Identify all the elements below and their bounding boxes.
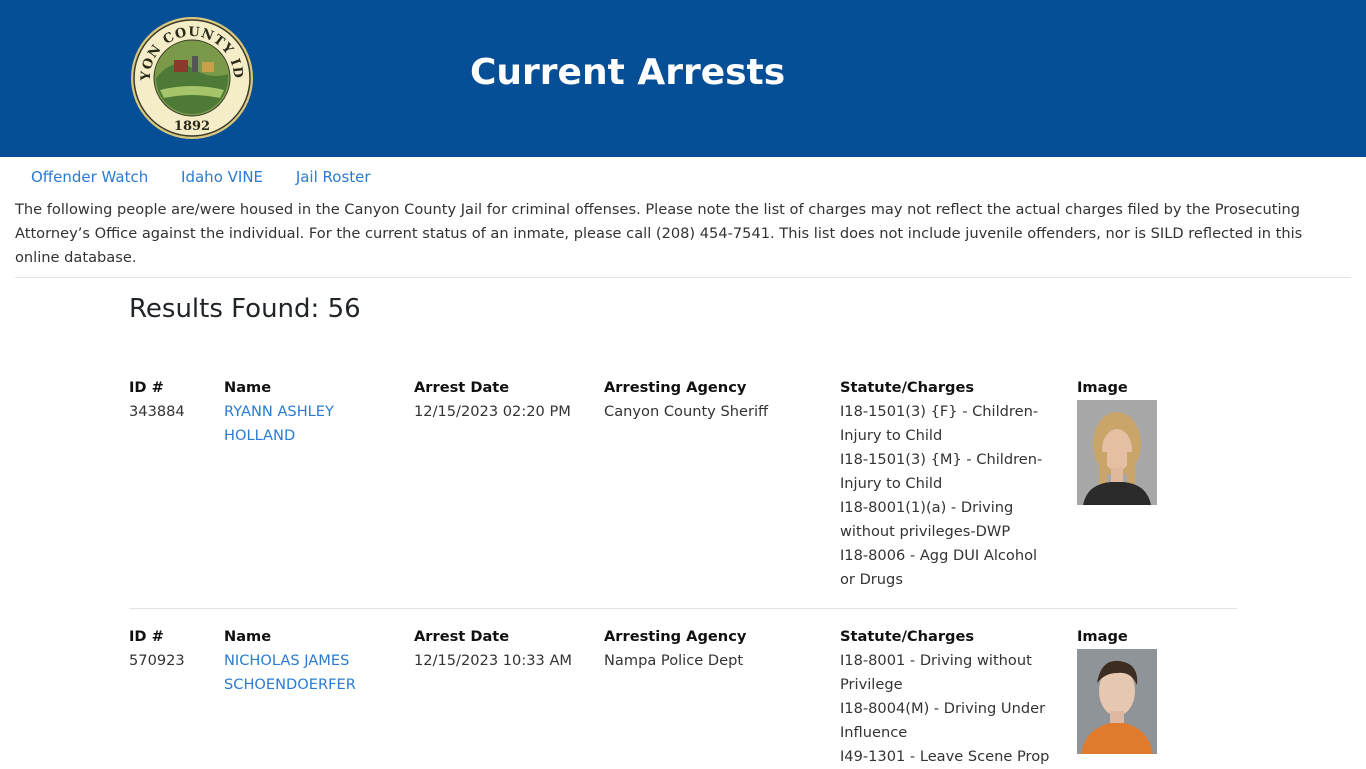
id-label: ID # xyxy=(129,628,164,645)
charge-line: Injury to Child xyxy=(840,427,943,444)
charge-line: I18-8001(1)(a) - Driving xyxy=(840,499,1014,516)
charge-line: or Drugs xyxy=(840,571,903,588)
inmate-id: 570923 xyxy=(129,652,185,669)
nav-jail-roster[interactable]: Jail Roster xyxy=(296,168,371,186)
name-label: Name xyxy=(224,379,272,396)
charges-label: Statute/Charges xyxy=(840,379,975,396)
charge-line: I18-8001 - Driving without xyxy=(840,652,1032,669)
name-line-1: NICHOLAS JAMES xyxy=(224,652,350,669)
arrest-date-label: Arrest Date xyxy=(414,628,510,645)
charge-line: I49-1301 - Leave Scene Prop xyxy=(840,748,1050,765)
arresting-agency: Nampa Police Dept xyxy=(604,652,744,669)
nav-idaho-vine[interactable]: Idaho VINE xyxy=(181,168,263,186)
top-nav: Offender Watch Idaho VINE Jail Roster xyxy=(31,168,399,186)
seal-year: 1892 xyxy=(174,119,210,134)
agency-label: Arresting Agency xyxy=(604,628,747,645)
results-count: Results Found: 56 xyxy=(129,294,361,324)
charge-line: Injury to Child xyxy=(840,475,943,492)
header-banner: CANYON COUNTY IDAHO 1892 Current Arrests xyxy=(0,0,1366,157)
charge-line: Privilege xyxy=(840,676,903,693)
charge-line: I18-1501(3) {M} - Children- xyxy=(840,451,1043,468)
name-line-2: HOLLAND xyxy=(224,427,296,444)
name-line-1: RYANN ASHLEY xyxy=(224,403,334,420)
name-label: Name xyxy=(224,628,272,645)
nav-offender-watch[interactable]: Offender Watch xyxy=(31,168,148,186)
record-divider xyxy=(129,608,1237,609)
name-line-2: SCHOENDOERFER xyxy=(224,676,356,693)
inmate-name-link[interactable]: NICHOLAS JAMES SCHOENDOERFER xyxy=(224,649,404,697)
page-title: Current Arrests xyxy=(470,52,786,93)
mugshot-image[interactable] xyxy=(1077,400,1157,505)
arrest-date: 12/15/2023 10:33 AM xyxy=(414,652,573,669)
mugshot-image[interactable] xyxy=(1077,649,1157,754)
arrest-date-label: Arrest Date xyxy=(414,379,510,396)
image-label: Image xyxy=(1077,379,1128,396)
arrest-date: 12/15/2023 02:20 PM xyxy=(414,403,571,420)
divider xyxy=(15,277,1351,278)
inmate-id: 343884 xyxy=(129,403,185,420)
image-label: Image xyxy=(1077,628,1128,645)
agency-label: Arresting Agency xyxy=(604,379,747,396)
charge-line: I18-8004(M) - Driving Under xyxy=(840,700,1046,717)
county-seal-logo: CANYON COUNTY IDAHO 1892 xyxy=(130,16,253,139)
charge-line: I18-8006 - Agg DUI Alcohol xyxy=(840,547,1038,564)
disclaimer-text: The following people are/were housed in … xyxy=(15,201,1303,266)
charge-line: without privileges-DWP xyxy=(840,523,1011,540)
charge-line: Influence xyxy=(840,724,908,741)
arresting-agency: Canyon County Sheriff xyxy=(604,403,769,420)
id-label: ID # xyxy=(129,379,164,396)
charges-label: Statute/Charges xyxy=(840,628,975,645)
charge-line: I18-1501(3) {F} - Children- xyxy=(840,403,1039,420)
inmate-name-link[interactable]: RYANN ASHLEY HOLLAND xyxy=(224,400,404,448)
